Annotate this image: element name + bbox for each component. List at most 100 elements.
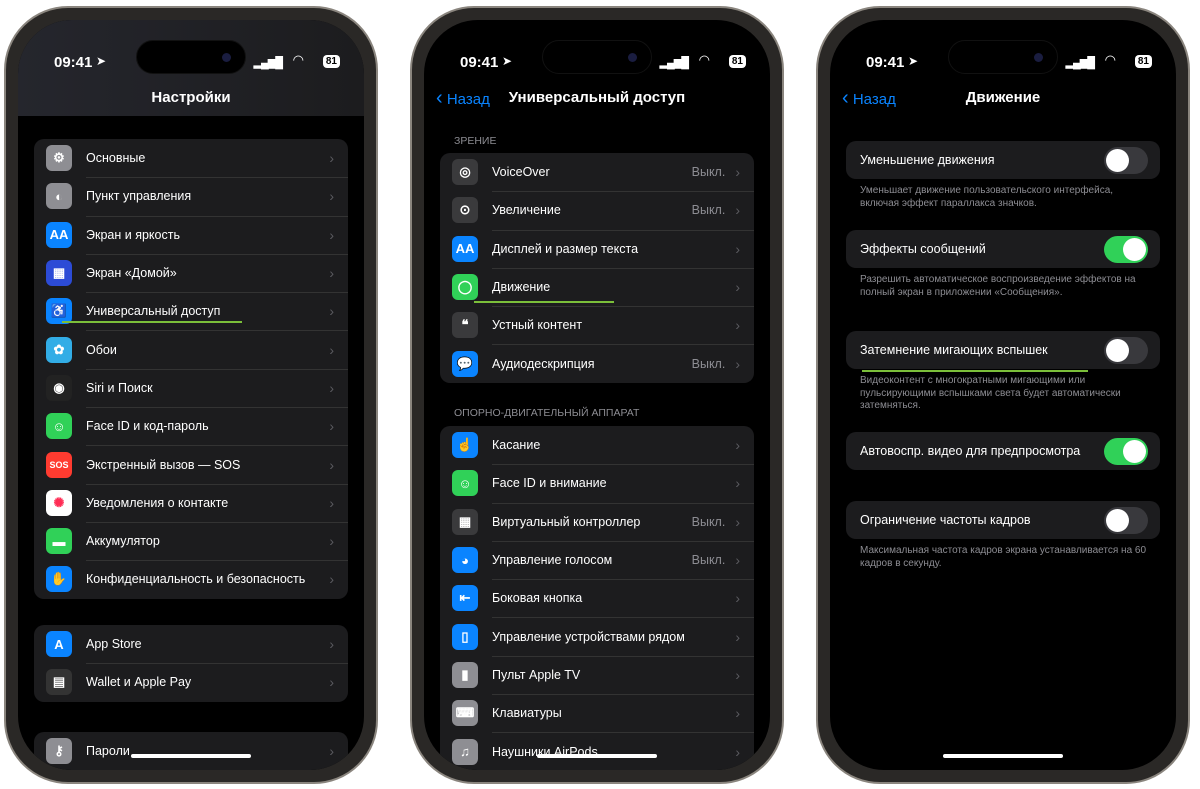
toggle-switch[interactable] xyxy=(1104,235,1148,263)
settings-row[interactable]: ⚷ Пароли › xyxy=(34,732,348,770)
row-label: Обои xyxy=(86,343,329,357)
dynamic-island xyxy=(542,40,652,74)
wallet-icon: ▤ xyxy=(46,669,72,696)
signal-icon: ▂▄▆█ xyxy=(659,57,688,69)
wifi-icon: ◠ xyxy=(292,52,304,67)
signal-icon: ▂▄▆█ xyxy=(253,57,282,69)
chevron-right-icon: › xyxy=(735,164,740,181)
settings-row[interactable]: ⚙ Основные › xyxy=(34,139,348,177)
settings-row[interactable]: ♿ Универсальный доступ › xyxy=(34,292,348,330)
key-icon: ⚷ xyxy=(46,738,72,765)
toggle-row: Ограничение частоты кадров xyxy=(846,501,1160,539)
chevron-right-icon: › xyxy=(735,513,740,530)
chevron-right-icon: › xyxy=(735,590,740,607)
text-size-icon: AA xyxy=(46,221,72,248)
row-label: Управление устройствами рядом xyxy=(492,630,735,644)
gear-icon: ⚙ xyxy=(46,145,72,172)
toggles-icon: ◐ xyxy=(46,183,72,210)
settings-row[interactable]: ▮ Пульт Apple TV › xyxy=(440,656,754,694)
back-button[interactable]: ‹ Назад xyxy=(436,80,490,118)
screen: 09:41 ➤ ▂▄▆█ ◠ 81 Настройки ⚙ Основные › ◐ Пункт у… xyxy=(18,20,364,770)
settings-row[interactable]: ▦ Виртуальный контроллер Выкл. › xyxy=(440,503,754,541)
signal-icon: ▂▄▆█ xyxy=(1065,57,1094,69)
settings-row[interactable]: ◕ Управление голосом Выкл. › xyxy=(440,541,754,579)
location-icon: ➤ xyxy=(96,54,107,68)
settings-row[interactable]: ⇤ Боковая кнопка › xyxy=(440,579,754,617)
row-label: Экран и яркость xyxy=(86,228,329,242)
home-grid-icon: ▦ xyxy=(46,260,72,287)
chevron-left-icon: ‹ xyxy=(436,87,443,109)
settings-row[interactable]: SOS Экстренный вызов — SOS › xyxy=(34,445,348,483)
switch-control-icon: ▦ xyxy=(452,508,478,535)
settings-row[interactable]: ▬ Аккумулятор › xyxy=(34,522,348,560)
battery-icon: ▬ xyxy=(46,528,72,555)
side-button-icon: ⇤ xyxy=(452,585,478,612)
toggle-switch[interactable] xyxy=(1104,506,1148,534)
camera-icon xyxy=(1034,53,1043,62)
chevron-right-icon: › xyxy=(329,456,334,473)
audio-description-icon: 💬 xyxy=(452,350,478,377)
dynamic-island xyxy=(136,40,246,74)
chevron-right-icon: › xyxy=(329,303,334,320)
chevron-right-icon: › xyxy=(329,533,334,550)
settings-row[interactable]: ✿ Обои › xyxy=(34,330,348,368)
row-label: Уменьшение движения xyxy=(860,153,995,167)
row-value: Выкл. xyxy=(691,165,726,180)
wifi-icon: ◠ xyxy=(698,52,710,67)
row-description: Уменьшает движение пользовательского инт… xyxy=(860,185,1114,209)
row-label: Экран «Домой» xyxy=(86,266,329,280)
chevron-right-icon: › xyxy=(735,552,740,569)
settings-row[interactable]: ☝ Касание › xyxy=(440,426,754,464)
phone-motion: 09:41 ➤ ▂▄▆█ ◠ 81 ‹ Назад Движение Уменьшение д… xyxy=(816,6,1190,784)
settings-row[interactable]: ☺ Face ID и код-пароль › xyxy=(34,407,348,445)
settings-row[interactable]: ◉ Siri и Поиск › xyxy=(34,369,348,407)
settings-row[interactable]: ✋ Конфиденциальность и безопасность › xyxy=(34,560,348,598)
row-label: Затемнение мигающих вспышек xyxy=(860,343,1048,357)
settings-row[interactable]: ▯ Управление устройствами рядом › xyxy=(440,617,754,655)
chevron-right-icon: › xyxy=(329,418,334,435)
row-label: Увеличение xyxy=(492,203,692,217)
chevron-right-icon: › xyxy=(735,202,740,219)
settings-row[interactable]: ✺ Уведомления о контакте › xyxy=(34,484,348,522)
settings-row[interactable]: AA Экран и яркость › xyxy=(34,216,348,254)
battery-indicator: 81 xyxy=(322,55,340,68)
settings-row[interactable]: ❝ Устный контент › xyxy=(440,306,754,344)
chevron-right-icon: › xyxy=(735,437,740,454)
settings-row[interactable]: ◐ Пункт управления › xyxy=(34,177,348,215)
settings-row[interactable]: ⌨ Клавиатуры › xyxy=(440,694,754,732)
screen: 09:41 ➤ ▂▄▆█ ◠ 81 ‹ Назад Универсальный доступ… xyxy=(424,20,770,770)
faceid-icon: ☺ xyxy=(46,413,72,440)
chevron-right-icon: › xyxy=(329,150,334,167)
settings-group: ⚙ Основные › ◐ Пункт управления › AA Экран и яр… xyxy=(34,139,348,599)
settings-row[interactable]: ♫ Наушники AirPods › xyxy=(440,732,754,770)
highlight-underline xyxy=(474,301,614,303)
back-button[interactable]: ‹ Назад xyxy=(842,80,896,118)
settings-row[interactable]: ▦ Экран «Домой» › xyxy=(34,254,348,292)
settings-row[interactable]: ◎ VoiceOver Выкл. › xyxy=(440,153,754,191)
clock: 09:41 xyxy=(460,54,499,71)
settings-row[interactable]: AA Дисплей и размер текста › xyxy=(440,230,754,268)
toggle-switch[interactable] xyxy=(1104,437,1148,465)
settings-row[interactable]: ☺ Face ID и внимание › xyxy=(440,464,754,502)
chevron-right-icon: › xyxy=(735,666,740,683)
toggle-switch[interactable] xyxy=(1104,146,1148,174)
row-label: App Store xyxy=(86,637,142,652)
row-label: Клавиатуры xyxy=(492,706,735,720)
page-title: Универсальный доступ xyxy=(508,89,686,106)
toggle-switch[interactable] xyxy=(1104,336,1148,364)
row-description: Видеоконтент с многократными мигающими и… xyxy=(860,375,1121,411)
settings-row[interactable]: ▤ Wallet и Apple Pay › xyxy=(34,663,348,701)
toggle-row: Эффекты сообщений xyxy=(846,230,1160,268)
settings-row[interactable]: A App Store › xyxy=(34,625,348,663)
nav-bar: ‹ Назад Движение xyxy=(830,80,1176,116)
highlight-underline xyxy=(62,321,242,323)
row-label: Пункт управления xyxy=(86,189,329,203)
settings-row[interactable]: 💬 Аудиодескрипция Выкл. › xyxy=(440,344,754,382)
row-label: Эффекты сообщений xyxy=(860,242,986,256)
settings-group: ⚷ Пароли › xyxy=(34,732,348,770)
settings-row[interactable]: ⊙ Увеличение Выкл. › xyxy=(440,191,754,229)
row-label: Siri и Поиск xyxy=(86,381,329,395)
settings-group: A App Store › ▤ Wallet и Apple Pay › xyxy=(34,625,348,702)
chevron-right-icon: › xyxy=(329,379,334,396)
chevron-right-icon: › xyxy=(735,743,740,760)
